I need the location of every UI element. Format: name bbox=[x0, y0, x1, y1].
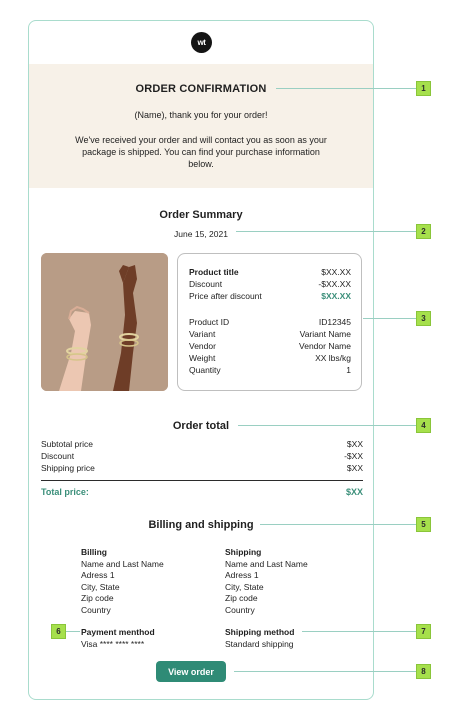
quantity-label: Quantity bbox=[189, 365, 221, 375]
shipping-method-value: Standard shipping bbox=[225, 638, 294, 649]
product-price: $XX.XX bbox=[321, 267, 351, 277]
shipping-line: Name and Last Name bbox=[225, 558, 308, 569]
email-card: wt ORDER CONFIRMATION (Name), thank you … bbox=[28, 20, 374, 700]
shipping-address: Shipping Name and Last Name Adress 1 Cit… bbox=[225, 547, 365, 616]
callout-badge: 4 bbox=[416, 418, 431, 433]
total-line: Discount -$XX bbox=[41, 451, 363, 462]
discount-label: Discount bbox=[189, 279, 223, 289]
price-after-discount-value: $XX.XX bbox=[321, 291, 351, 301]
divider bbox=[41, 480, 363, 481]
variant-value: Variant Name bbox=[299, 329, 351, 339]
shipping-line: Adress 1 bbox=[225, 570, 259, 580]
product-id-label: Product ID bbox=[189, 317, 230, 327]
callout-line bbox=[238, 425, 416, 426]
product-title: Product title bbox=[189, 267, 239, 277]
product-row: Quantity 1 bbox=[189, 365, 351, 376]
product-row: Vendor Vendor Name bbox=[189, 341, 351, 352]
price-after-discount-label: Price after discount bbox=[189, 291, 262, 301]
product-image bbox=[41, 253, 168, 391]
billing-line: Zip code bbox=[81, 593, 114, 603]
callout-badge: 3 bbox=[416, 311, 431, 326]
callout-badge: 5 bbox=[416, 517, 431, 532]
variant-label: Variant bbox=[189, 329, 216, 339]
shipping-price-value: $XX bbox=[346, 463, 363, 473]
billing-address: Billing Name and Last Name Adress 1 City… bbox=[81, 547, 221, 616]
discount-value: -$XX bbox=[344, 451, 363, 461]
callout-badge: 2 bbox=[416, 224, 431, 239]
callout-line bbox=[260, 524, 416, 525]
quantity-value: 1 bbox=[346, 365, 351, 375]
page-title: ORDER CONFIRMATION bbox=[135, 83, 267, 95]
callout-line bbox=[234, 671, 416, 672]
callout-badge: 1 bbox=[416, 81, 431, 96]
vendor-value: Vendor Name bbox=[299, 341, 351, 351]
total-line: Subtotal price $XX bbox=[41, 439, 363, 450]
thank-you-text: (Name), thank you for your order! bbox=[134, 110, 268, 120]
product-row: Product title $XX.XX bbox=[189, 267, 351, 278]
total-price-value: $XX bbox=[345, 487, 363, 497]
billing-line: Adress 1 bbox=[81, 570, 115, 580]
callout-line bbox=[236, 231, 416, 232]
shipping-line: Country bbox=[225, 604, 255, 615]
product-row: Price after discount $XX.XX bbox=[189, 291, 351, 302]
total-line: Shipping price $XX bbox=[41, 463, 363, 474]
discount-value: -$XX.XX bbox=[318, 279, 351, 289]
discount-label: Discount bbox=[41, 451, 75, 461]
confirmation-message: We've received your order and will conta… bbox=[75, 135, 327, 169]
billing-line: City, State bbox=[81, 581, 120, 592]
shipping-method-heading: Shipping method bbox=[225, 627, 295, 637]
billing-shipping-title: Billing and shipping bbox=[148, 519, 254, 531]
confirmation-header: ORDER CONFIRMATION (Name), thank you for… bbox=[29, 64, 373, 188]
product-row: Variant Variant Name bbox=[189, 329, 351, 340]
callout-badge: 7 bbox=[416, 624, 431, 639]
payment-method-value: Visa **** **** **** bbox=[81, 638, 145, 649]
billing-heading: Billing bbox=[81, 547, 107, 557]
subtotal-label: Subtotal price bbox=[41, 439, 93, 449]
product-row: Weight XX lbs/kg bbox=[189, 353, 351, 364]
callout-line bbox=[363, 318, 416, 319]
shipping-line: Zip code bbox=[225, 593, 258, 603]
callout-badge: 8 bbox=[416, 664, 431, 679]
shipping-heading: Shipping bbox=[225, 547, 262, 557]
total-price-label: Total price: bbox=[41, 487, 89, 497]
billing-line: Name and Last Name bbox=[81, 558, 164, 569]
billing-line: Country bbox=[81, 604, 111, 615]
product-details: Product title $XX.XX Discount -$XX.XX Pr… bbox=[177, 253, 362, 391]
weight-value: XX lbs/kg bbox=[315, 353, 351, 363]
callout-line bbox=[66, 631, 80, 632]
callout-line bbox=[302, 631, 416, 632]
subtotal-value: $XX bbox=[346, 439, 363, 449]
order-summary-title: Order Summary bbox=[159, 209, 243, 221]
weight-label: Weight bbox=[189, 353, 216, 363]
product-row: Product ID ID12345 bbox=[189, 317, 351, 328]
callout-line bbox=[276, 88, 416, 89]
total-price-row: Total price: $XX bbox=[41, 487, 363, 497]
order-total-title: Order total bbox=[172, 420, 230, 432]
view-order-button[interactable]: View order bbox=[156, 661, 226, 682]
shipping-line: City, State bbox=[225, 581, 264, 592]
shipping-price-label: Shipping price bbox=[41, 463, 95, 473]
brand-logo-icon: wt bbox=[191, 32, 212, 53]
product-row: Discount -$XX.XX bbox=[189, 279, 351, 290]
payment-method: Payment menthod Visa **** **** **** bbox=[81, 627, 221, 650]
vendor-label: Vendor bbox=[189, 341, 216, 351]
callout-badge: 6 bbox=[51, 624, 66, 639]
payment-method-heading: Payment menthod bbox=[81, 627, 155, 637]
product-id-value: ID12345 bbox=[318, 317, 351, 327]
